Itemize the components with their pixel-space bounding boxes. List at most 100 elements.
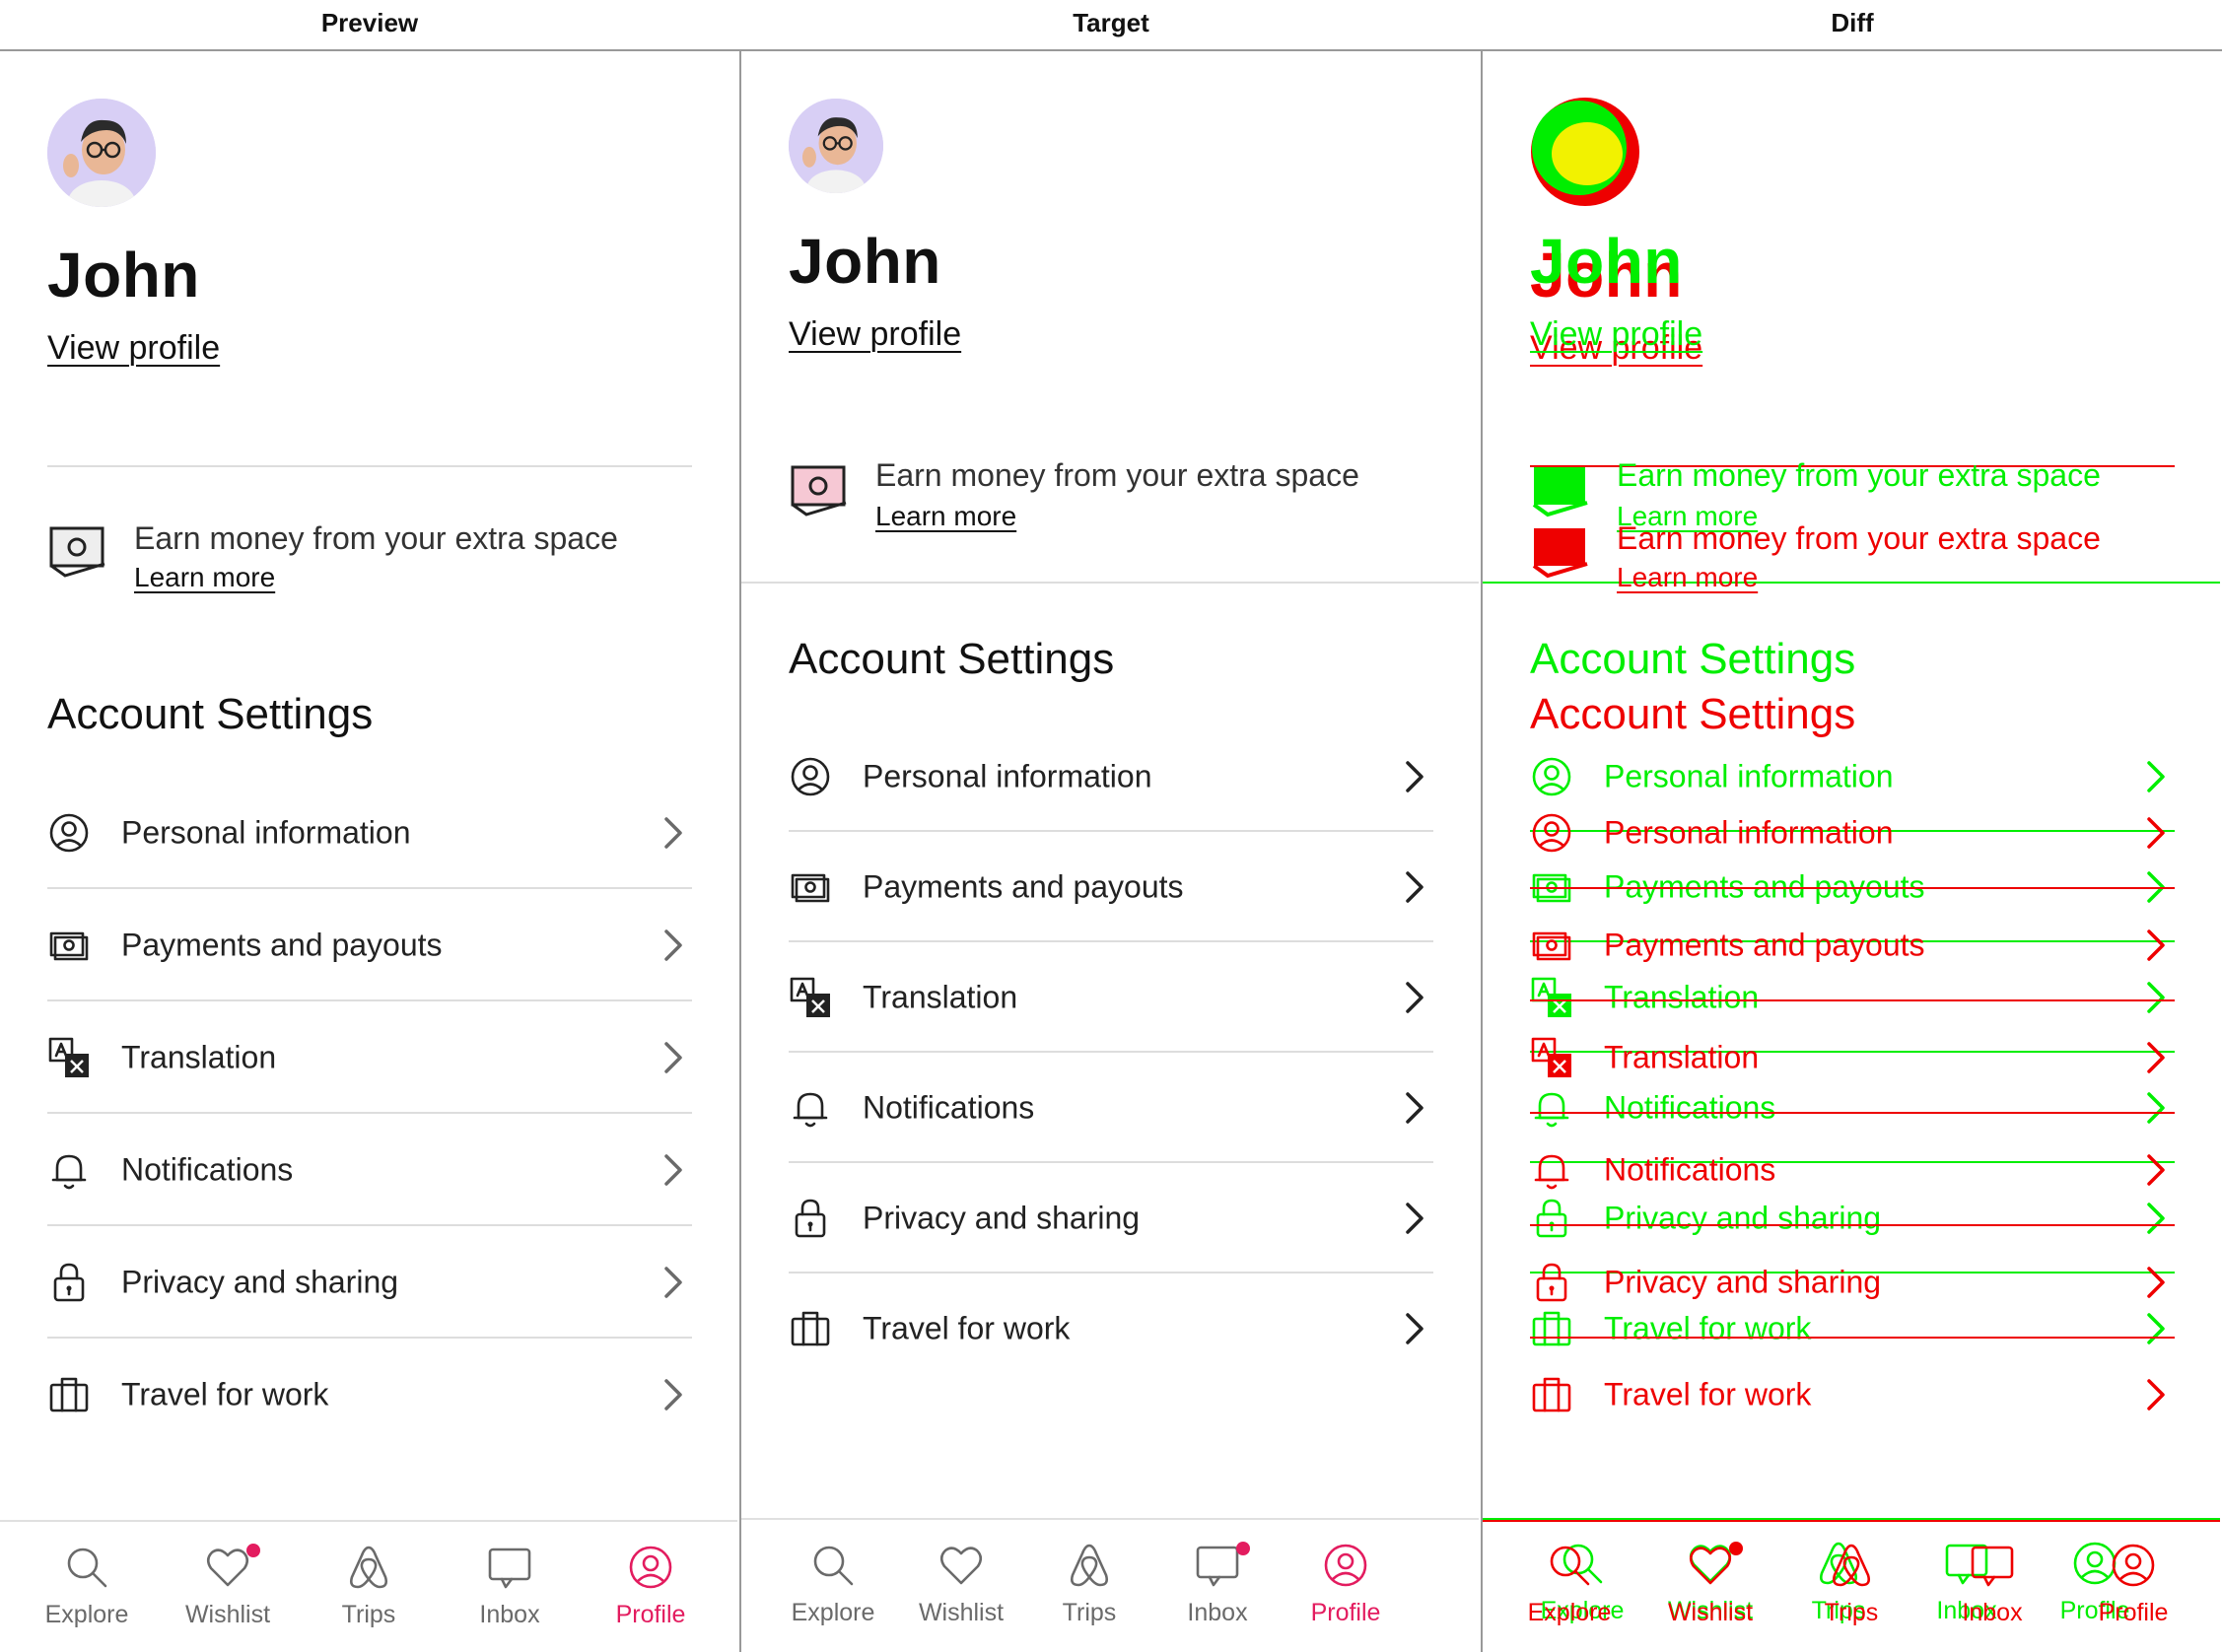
tab-label: Trips — [341, 1601, 396, 1628]
chevron-right-icon — [1400, 1088, 1429, 1128]
diff-column-title: Diff — [1831, 8, 1874, 37]
settings-row-label: Privacy and sharing — [1604, 1264, 1882, 1300]
tab-explore: Explore — [1505, 1520, 1633, 1652]
bell-icon — [1530, 1148, 1573, 1192]
tab-profile[interactable]: Profile — [1282, 1520, 1410, 1652]
tab-trips[interactable]: Trips — [305, 1522, 433, 1652]
chevron-right-icon — [2141, 926, 2171, 965]
chevron-right-icon — [659, 926, 688, 965]
person-circle-icon — [789, 755, 832, 798]
settings-row-translation: Translation — [1530, 1001, 2175, 1114]
avatar[interactable] — [789, 99, 883, 193]
tab-label: Profile — [2098, 1599, 2169, 1626]
notification-dot — [1236, 1542, 1250, 1555]
tab-label: Wishlist — [184, 1601, 271, 1628]
tab-wishlist[interactable]: Wishlist — [164, 1522, 292, 1652]
chevron-right-icon — [1400, 1199, 1429, 1238]
tab-explore[interactable]: Explore — [23, 1522, 151, 1652]
payment-icon — [47, 924, 91, 967]
settings-row-label: Personal information — [1604, 814, 1894, 851]
briefcase-icon — [789, 1307, 832, 1350]
settings-row-label: Personal information — [121, 814, 411, 851]
bell-icon — [47, 1148, 91, 1192]
settings-row-person-circle[interactable]: Personal information — [789, 722, 1433, 832]
settings-row-lock[interactable]: Privacy and sharing — [789, 1163, 1433, 1273]
settings-row-label: Privacy and sharing — [863, 1200, 1141, 1236]
target-panel: John View profile Earn money from your e… — [741, 51, 1479, 1652]
chevron-right-icon — [1400, 867, 1429, 907]
diff-host-icon-red — [1532, 528, 1588, 579]
lock-icon — [1530, 1261, 1573, 1304]
settings-row-label: Travel for work — [1604, 1376, 1812, 1412]
settings-row-person-circle[interactable]: Personal information — [47, 777, 692, 889]
earn-top-divider — [47, 465, 692, 467]
settings-row-translation[interactable]: Translation — [789, 942, 1433, 1053]
notification-dot — [1729, 1542, 1743, 1555]
tab-wishlist[interactable]: Wishlist — [897, 1520, 1025, 1652]
translation-icon — [789, 976, 832, 1019]
tab-inbox[interactable]: Inbox — [446, 1522, 574, 1652]
settings-row-translation[interactable]: Translation — [47, 1001, 692, 1114]
preview-column-title: Preview — [320, 8, 419, 37]
avatar[interactable] — [47, 99, 156, 207]
diff-view-profile-target: View profile — [1530, 315, 1703, 353]
view-profile-link[interactable]: View profile — [47, 329, 220, 368]
tab-explore[interactable]: Explore — [769, 1520, 897, 1652]
settings-row-briefcase[interactable]: Travel for work — [47, 1339, 692, 1451]
person-circle-icon — [1530, 811, 1573, 855]
translation-icon — [1530, 1036, 1573, 1079]
tab-profile[interactable]: Profile — [587, 1522, 715, 1652]
payment-icon — [789, 865, 832, 909]
chevron-right-icon — [1400, 1309, 1429, 1348]
account-settings-title: Account Settings — [789, 635, 1115, 683]
settings-row-bell[interactable]: Notifications — [47, 1114, 692, 1226]
settings-row-payment: Payments and payouts — [1530, 889, 2175, 1001]
profile-name: John — [789, 226, 941, 297]
account-settings-title: Account Settings — [47, 690, 374, 738]
tab-label: Inbox — [479, 1601, 540, 1628]
diff-earn-red: Earn money from your extra space — [1617, 520, 2101, 556]
memoji-avatar-icon — [789, 99, 883, 193]
learn-more-link[interactable]: Learn more — [875, 501, 1016, 532]
tab-label: Profile — [1310, 1599, 1381, 1626]
settings-row-briefcase[interactable]: Travel for work — [789, 1273, 1433, 1384]
settings-row-label: Notifications — [121, 1151, 294, 1188]
tab-inbox[interactable]: Inbox — [1153, 1520, 1282, 1652]
settings-row-briefcase: Travel for work — [1530, 1339, 2175, 1451]
learn-more-link[interactable]: Learn more — [134, 562, 275, 593]
settings-row-payment[interactable]: Payments and payouts — [789, 832, 1433, 942]
chevron-right-icon — [659, 813, 688, 853]
settings-row-bell[interactable]: Notifications — [789, 1053, 1433, 1163]
view-profile-link[interactable]: View profile — [789, 315, 961, 354]
tab-trips[interactable]: Trips — [1025, 1520, 1153, 1652]
bottom-tab-bar: Explore Wishlist Trips Inbox Profile — [741, 1518, 1479, 1652]
earn-bottom-divider — [741, 582, 1479, 584]
tab-label: Profile — [615, 1601, 686, 1628]
tab-label: Trips — [1824, 1599, 1879, 1626]
diff-sep-green — [1483, 582, 2220, 584]
settings-row-label: Payments and payouts — [863, 868, 1184, 905]
tab-label: Inbox — [1962, 1599, 2023, 1626]
chevron-right-icon — [659, 1375, 688, 1414]
chevron-right-icon — [659, 1150, 688, 1190]
earn-money-text: Earn money from your extra space — [875, 457, 1359, 493]
profile-name: John — [47, 240, 200, 310]
briefcase-icon — [47, 1373, 91, 1416]
chevron-right-icon — [659, 1038, 688, 1077]
memoji-avatar-icon — [47, 99, 156, 207]
tab-label: Trips — [1062, 1599, 1117, 1626]
tab-label: Wishlist — [918, 1599, 1005, 1626]
briefcase-icon — [1530, 1373, 1573, 1416]
chevron-right-icon — [1400, 978, 1429, 1017]
diff-learn-red: Learn more — [1617, 562, 1759, 592]
diff-host-icon-green — [1532, 467, 1588, 517]
tab-wishlist: Wishlist — [1646, 1520, 1774, 1652]
person-circle-icon — [47, 811, 91, 855]
settings-row-lock[interactable]: Privacy and sharing — [47, 1226, 692, 1339]
tab-label: Inbox — [1187, 1599, 1248, 1626]
host-money-icon — [791, 465, 847, 516]
diff-panel: John John View profile View profile Earn… — [1483, 51, 2220, 1652]
chevron-right-icon — [2141, 1375, 2171, 1414]
settings-row-payment[interactable]: Payments and payouts — [47, 889, 692, 1001]
diff-earn-green: Earn money from your extra space — [1617, 457, 2101, 493]
